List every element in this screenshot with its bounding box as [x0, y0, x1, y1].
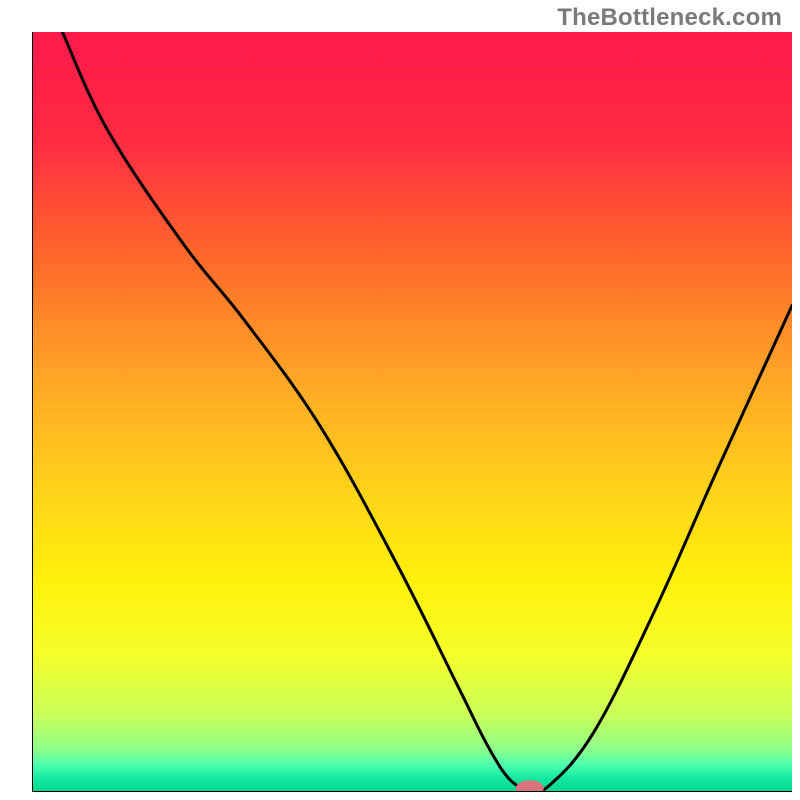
chart-background: [32, 32, 792, 792]
chart-container: TheBottleneck.com: [0, 0, 800, 800]
plot-area: [32, 32, 792, 792]
chart-svg: [32, 32, 792, 792]
watermark-text: TheBottleneck.com: [557, 4, 782, 32]
